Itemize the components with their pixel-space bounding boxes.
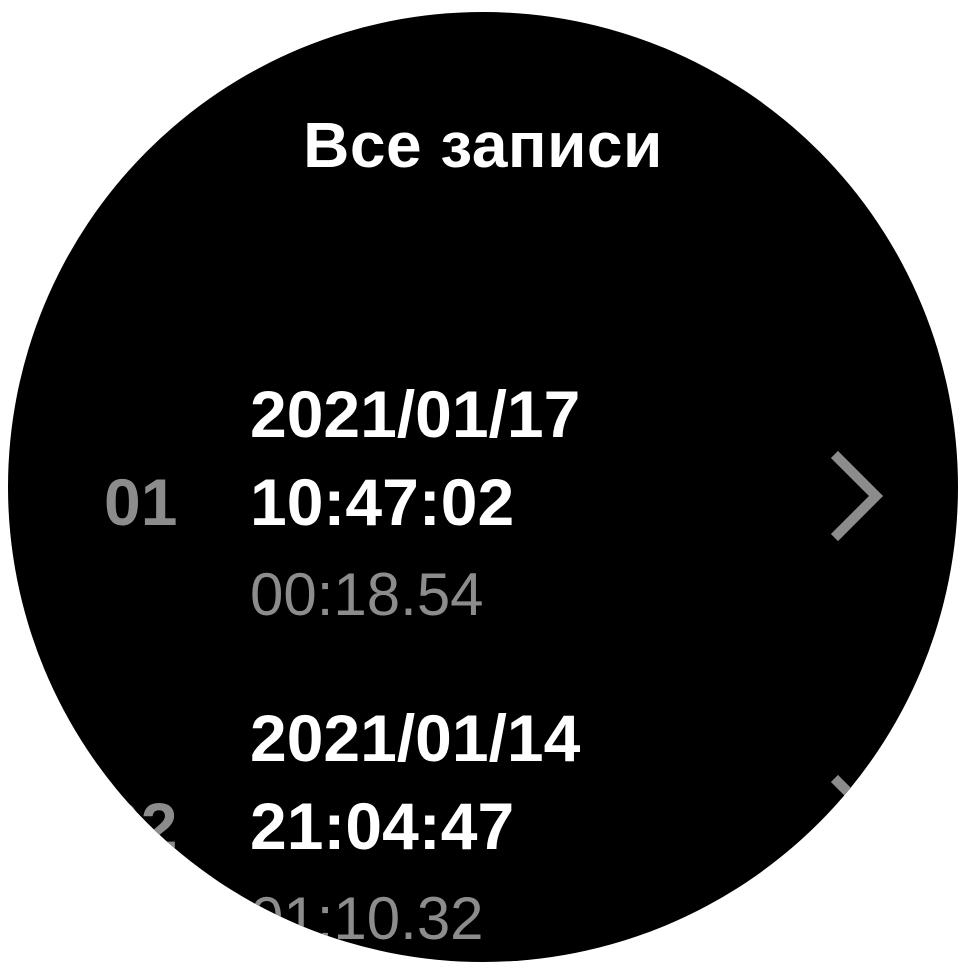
record-item-02[interactable]: 02 2021/01/14 21:04:47 01:10.32	[8, 688, 958, 962]
record-duration: 00:18.54	[250, 561, 484, 628]
record-index: 02	[104, 789, 178, 863]
chevron-right-icon	[826, 774, 886, 866]
record-time: 10:47:02	[250, 465, 515, 539]
chevron-right-icon	[826, 450, 886, 542]
record-duration: 01:10.32	[250, 885, 484, 952]
record-date: 2021/01/14	[250, 701, 581, 775]
record-item-01[interactable]: 01 2021/01/17 10:47:02 00:18.54	[8, 364, 958, 644]
record-index: 01	[104, 465, 178, 539]
record-time: 21:04:47	[250, 789, 515, 863]
page-title: Все записи	[303, 109, 663, 181]
record-date: 2021/01/17	[250, 377, 581, 451]
watch-screen: Все записи 01 2021/01/17 10:47:02 00:18.…	[8, 12, 958, 962]
